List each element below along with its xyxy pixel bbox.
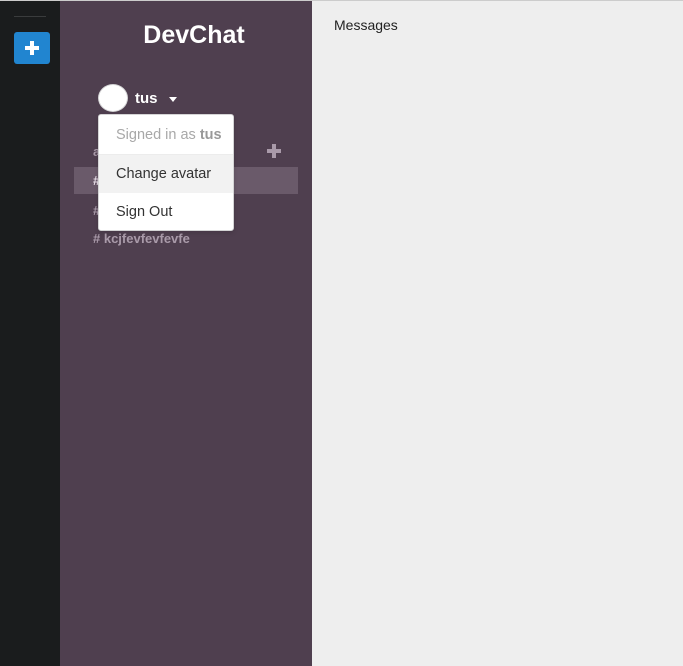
signed-in-prefix: Signed in as (116, 127, 200, 143)
add-team-button[interactable] (14, 32, 50, 64)
signed-in-user: tus (199, 127, 222, 143)
plus-icon (267, 144, 281, 158)
team-rail (0, 1, 60, 666)
caret-down-icon (168, 96, 177, 102)
avatar (98, 84, 128, 112)
plus-icon (25, 41, 39, 55)
messages-panel: Messages (312, 1, 683, 666)
signed-in-header: Signed in as tus (99, 116, 233, 154)
user-dropdown-menu: Signed in as tus Change avatar Sign Out (98, 114, 234, 231)
user-menu-trigger[interactable]: tus (98, 84, 177, 112)
sign-out-item[interactable]: Sign Out (99, 193, 233, 231)
messages-label: Messages (334, 17, 398, 33)
add-channel-button[interactable] (267, 144, 281, 158)
channel-sidebar: DevChat tus a # # # kcjfevfevfevfe (60, 1, 312, 666)
app-title: DevChat (143, 21, 245, 49)
rail-divider (14, 16, 46, 17)
change-avatar-item[interactable]: Change avatar (99, 155, 233, 193)
username: tus (135, 89, 158, 107)
